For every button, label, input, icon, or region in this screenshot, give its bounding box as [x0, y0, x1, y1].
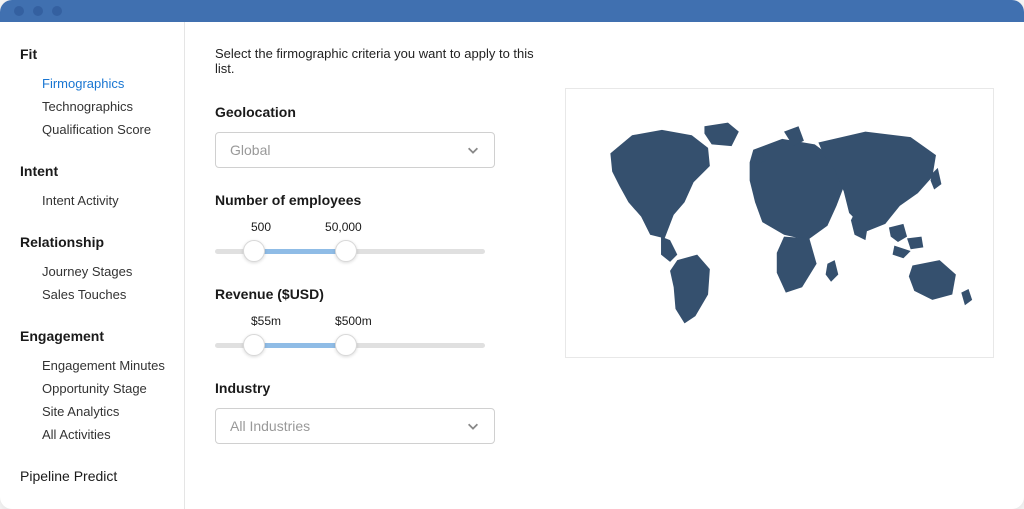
window-dot[interactable] — [14, 6, 24, 16]
employees-slider-handle-to[interactable] — [335, 240, 357, 262]
chevron-down-icon — [466, 143, 480, 157]
employees-from-label: 500 — [251, 220, 271, 234]
employees-field: Number of employees 500 50,000 — [215, 192, 535, 262]
geolocation-field: Geolocation Global — [215, 104, 535, 168]
instruction-text: Select the firmographic criteria you wan… — [215, 46, 535, 76]
geolocation-select[interactable]: Global — [215, 132, 495, 168]
industry-field: Industry All Industries — [215, 380, 535, 444]
nav-group: Intent Intent Activity — [20, 163, 174, 212]
title-bar — [0, 0, 1024, 22]
nav-header: Fit — [20, 46, 174, 62]
employees-to-label: 50,000 — [325, 220, 362, 234]
industry-select[interactable]: All Industries — [215, 408, 495, 444]
sidebar-item-sales-touches[interactable]: Sales Touches — [20, 283, 174, 306]
sidebar-item-technographics[interactable]: Technographics — [20, 95, 174, 118]
employees-slider-handle-from[interactable] — [243, 240, 265, 262]
sidebar-item-all-activities[interactable]: All Activities — [20, 423, 174, 446]
nav-header: Intent — [20, 163, 174, 179]
nav-header: Relationship — [20, 234, 174, 250]
chevron-down-icon — [466, 419, 480, 433]
sidebar-item-qualification-score[interactable]: Qualification Score — [20, 118, 174, 141]
industry-value: All Industries — [230, 418, 310, 434]
main-content: Select the firmographic criteria you wan… — [185, 22, 1024, 509]
window-dot[interactable] — [52, 6, 62, 16]
app-window: Fit FirmographicsTechnographicsQualificat… — [0, 0, 1024, 509]
sidebar-item-journey-stages[interactable]: Journey Stages — [20, 260, 174, 283]
window-dot[interactable] — [33, 6, 43, 16]
nav-group: Fit FirmographicsTechnographicsQualificat… — [20, 46, 174, 141]
revenue-label: Revenue ($USD) — [215, 286, 535, 302]
industry-label: Industry — [215, 380, 535, 396]
sidebar-item-opportunity-stage[interactable]: Opportunity Stage — [20, 377, 174, 400]
revenue-to-label: $500m — [335, 314, 372, 328]
geolocation-label: Geolocation — [215, 104, 535, 120]
employees-slider-labels: 500 50,000 — [215, 220, 485, 234]
sidebar-item-site-analytics[interactable]: Site Analytics — [20, 400, 174, 423]
revenue-from-label: $55m — [251, 314, 281, 328]
employees-label: Number of employees — [215, 192, 535, 208]
sidebar-item-firmographics[interactable]: Firmographics — [20, 72, 174, 95]
sidebar-item-intent-activity[interactable]: Intent Activity — [20, 189, 174, 212]
world-map-icon — [576, 99, 983, 347]
sidebar-item-engagement-minutes[interactable]: Engagement Minutes — [20, 354, 174, 377]
nav-header: Engagement — [20, 328, 174, 344]
revenue-slider[interactable]: $55m $500m — [215, 314, 485, 356]
revenue-slider-labels: $55m $500m — [215, 314, 485, 328]
sidebar-item-pipeline-predict[interactable]: Pipeline Predict — [20, 468, 174, 484]
revenue-slider-handle-from[interactable] — [243, 334, 265, 356]
revenue-field: Revenue ($USD) $55m $500m — [215, 286, 535, 356]
revenue-slider-handle-to[interactable] — [335, 334, 357, 356]
sidebar: Fit FirmographicsTechnographicsQualificat… — [0, 22, 185, 509]
employees-slider[interactable]: 500 50,000 — [215, 220, 485, 262]
world-map-panel — [565, 88, 994, 358]
nav-group: Engagement Engagement MinutesOpportunity … — [20, 328, 174, 446]
geolocation-value: Global — [230, 142, 270, 158]
criteria-form: Select the firmographic criteria you wan… — [215, 46, 535, 485]
nav-group: Relationship Journey StagesSales Touches — [20, 234, 174, 306]
